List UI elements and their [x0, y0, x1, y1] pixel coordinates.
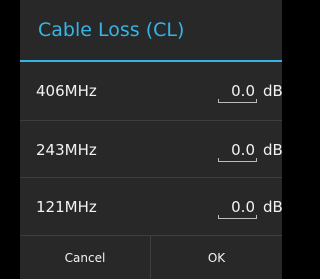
cable-loss-406-input[interactable]	[218, 81, 257, 101]
frequency-label: 243MHz	[36, 141, 97, 159]
cable-loss-406-field[interactable]	[218, 81, 257, 103]
cable-loss-243-input[interactable]	[218, 140, 257, 160]
cable-loss-121-input[interactable]	[218, 197, 257, 217]
ok-button[interactable]: OK	[151, 236, 282, 279]
cable-loss-243-field[interactable]	[218, 140, 257, 162]
input-underline	[218, 158, 257, 162]
unit-label: dB	[263, 198, 283, 216]
button-bar: Cancel OK	[20, 235, 282, 279]
cable-loss-row-243: 243MHz dB	[20, 121, 283, 179]
dialog-title: Cable Loss (CL)	[38, 19, 185, 41]
cable-loss-dialog: Cable Loss (CL) 406MHz dB 243MHz dB 121M…	[20, 0, 283, 279]
frequency-label: 121MHz	[36, 198, 97, 216]
cable-loss-row-406: 406MHz dB	[20, 62, 283, 120]
unit-label: dB	[263, 82, 283, 100]
cable-loss-row-121: 121MHz dB	[20, 178, 283, 236]
cable-loss-121-field[interactable]	[218, 197, 257, 219]
frequency-label: 406MHz	[36, 82, 97, 100]
unit-label: dB	[263, 141, 283, 159]
input-underline	[218, 99, 257, 103]
cancel-button[interactable]: Cancel	[20, 236, 151, 279]
input-underline	[218, 215, 257, 219]
